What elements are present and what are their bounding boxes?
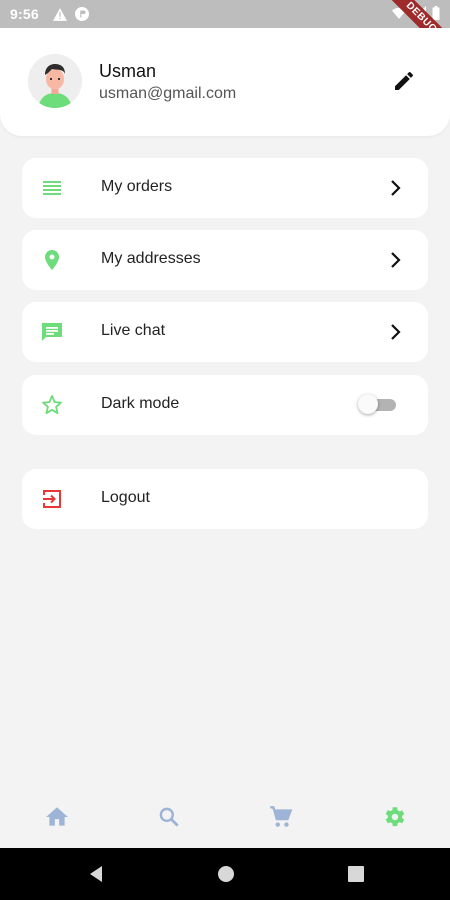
dark-mode-toggle[interactable]: [358, 394, 398, 414]
home-icon: [46, 807, 68, 826]
toggle-thumb: [358, 394, 378, 414]
search-icon: [159, 807, 179, 827]
menu-item-label: Dark mode: [101, 395, 180, 412]
profile-name: Usman: [99, 61, 157, 81]
chat-icon: [42, 323, 62, 341]
settings-icon: [385, 807, 405, 827]
app-notification-icon: [74, 7, 89, 21]
menu-item-dark-mode: Dark mode: [22, 375, 428, 435]
profile-header: Usman usman@gmail.com: [0, 28, 450, 136]
status-time: 9:56: [10, 6, 39, 22]
nav-settings[interactable]: [381, 804, 407, 830]
chevron-right-icon: [391, 180, 401, 196]
system-navigation-bar: [0, 848, 450, 900]
status-bar: 9:56 DEBUG: [0, 0, 450, 63]
menu-item-label: My orders: [101, 178, 173, 195]
menu-item-my-orders[interactable]: My orders: [22, 158, 428, 218]
bottom-navigation: [0, 786, 450, 848]
recents-icon[interactable]: [346, 864, 366, 884]
menu-item-live-chat[interactable]: Live chat: [22, 302, 428, 362]
menu-item-my-addresses[interactable]: My addresses: [22, 230, 428, 290]
nav-search[interactable]: [156, 804, 182, 830]
menu-item-label: My addresses: [101, 250, 201, 267]
menu-item-label: Live chat: [101, 322, 166, 339]
profile-email: usman@gmail.com: [99, 85, 237, 102]
user-avatar-icon: [28, 54, 82, 108]
location-pin-icon: [45, 250, 59, 270]
nav-home[interactable]: [44, 804, 70, 830]
logout-icon: [43, 490, 61, 508]
avatar: [28, 54, 82, 108]
chevron-right-icon: [391, 252, 401, 268]
logout-button[interactable]: Logout: [22, 469, 428, 529]
status-notification-icons: [52, 7, 89, 21]
cart-icon: [270, 806, 293, 827]
home-button-icon[interactable]: [216, 864, 236, 884]
logout-label: Logout: [101, 489, 150, 506]
pencil-icon: [395, 71, 414, 90]
back-icon[interactable]: [86, 864, 106, 884]
list-icon: [43, 181, 61, 195]
warning-icon: [52, 7, 67, 21]
edit-profile-button[interactable]: [392, 69, 416, 93]
star-outline-icon: [42, 395, 62, 415]
chevron-right-icon: [391, 324, 401, 340]
nav-cart[interactable]: [268, 804, 294, 830]
